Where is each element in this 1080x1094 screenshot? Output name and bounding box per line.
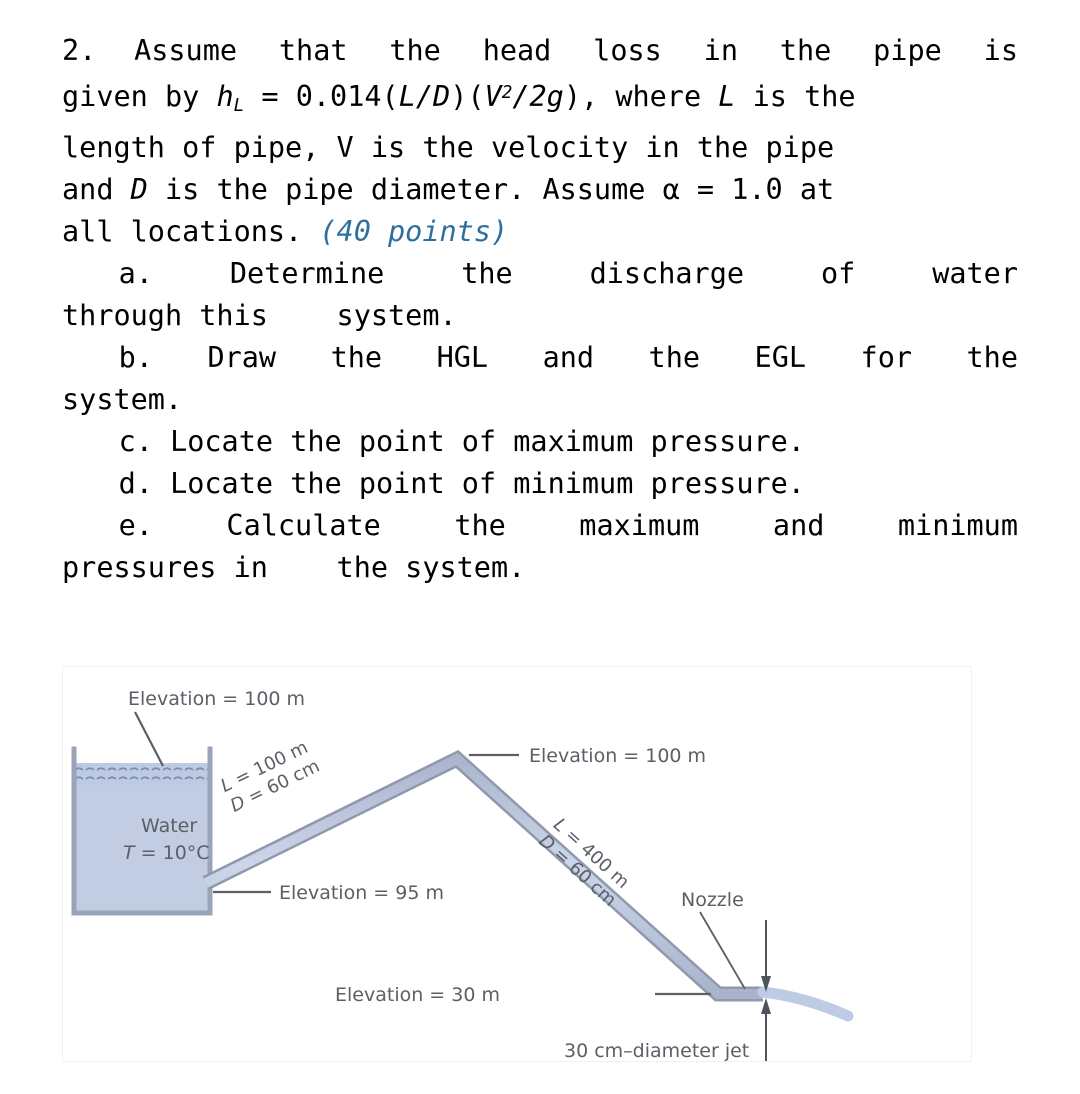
item-c-text: c. Locate the point of maximum pressure.	[118, 425, 805, 459]
label-elevation-apex: Elevation = 100 m	[529, 745, 706, 767]
formula-close-open: )(	[450, 79, 485, 113]
label-elevation-95: Elevation = 95 m	[279, 882, 444, 904]
problem-line-2: given by hL = 0.014(L/D)(V2/2g), where L…	[62, 79, 856, 117]
water-jet	[757, 986, 854, 1022]
item-a-line-2: through this system.	[62, 299, 457, 333]
formula-h-subscript: L	[233, 96, 245, 117]
formula-over-2: /2	[512, 79, 547, 113]
item-d-line-1: d. Locate the point of minimum pressure.	[62, 463, 1018, 505]
tank-water-surface-hatch	[76, 763, 208, 785]
pipe1-label-group: L = 100 m D = 60 cm	[217, 737, 323, 817]
formula-L: L	[398, 79, 416, 113]
item-e-line-1: e. Calculate the maximum and minimum	[62, 505, 1018, 547]
leader-elev-tank	[134, 711, 164, 767]
formula-V-exponent: 2	[501, 83, 513, 103]
formula-equals: = 0.014(	[244, 79, 399, 113]
formula-h: h	[216, 79, 234, 113]
pipe-system-figure: Elevation = 100 m Elevation = 100 m Elev…	[62, 666, 972, 1062]
pipe-fill	[203, 753, 763, 999]
problem-number: 2.	[62, 34, 97, 67]
label-tank-temp-value: = 10°C	[135, 842, 210, 864]
jet-stream	[757, 986, 854, 1022]
pipe-system-svg: Elevation = 100 m Elevation = 100 m Elev…	[71, 688, 854, 1061]
formula-close: ),	[563, 79, 599, 113]
points-badge: (40 points)	[319, 215, 509, 249]
item-b-line-1: b. Draw the HGL and the EGL for the	[62, 337, 1018, 379]
item-e-line-2: pressures in the system.	[62, 551, 526, 585]
item-b-text: b. Draw the HGL and the EGL for the	[118, 341, 1018, 375]
line4-suffix: is the pipe diameter. Assume α = 1.0 at	[147, 173, 835, 207]
label-jet-diameter: 30 cm–diameter jet	[564, 1040, 749, 1061]
item-d-text: d. Locate the point of minimum pressure.	[118, 467, 805, 501]
problem-line-4: and D is the pipe diameter. Assume α = 1…	[62, 169, 1018, 211]
label-nozzle: Nozzle	[681, 889, 744, 911]
seg-L: L	[718, 79, 736, 113]
item-a-line-1: a. Determine the discharge of water	[62, 253, 1018, 295]
problem-line-1: 2. Assume that the head loss in the pipe …	[62, 34, 1018, 67]
item-a-text: a. Determine the discharge of water	[118, 257, 1018, 291]
line4-prefix: and	[62, 173, 131, 207]
formula-g: g	[546, 79, 564, 113]
label-elevation-tank: Elevation = 100 m	[128, 688, 305, 710]
pipe-assembly	[202, 750, 763, 1002]
item-c-line-1: c. Locate the point of maximum pressure.	[62, 421, 1018, 463]
problem-line-3: length of pipe, V is the velocity in the…	[62, 131, 835, 165]
label-elevation-30: Elevation = 30 m	[335, 984, 500, 1006]
formula-slash: /	[415, 79, 434, 113]
problem-line-5: all locations. (40 points)	[62, 211, 1018, 253]
label-tank-temperature: T = 10°C	[123, 842, 210, 864]
line4-D: D	[130, 173, 148, 207]
formula-D: D	[433, 79, 451, 113]
item-e-text: e. Calculate the maximum and minimum	[118, 509, 1018, 543]
tank-water-body	[76, 763, 208, 911]
seg-is-the: is the	[735, 79, 856, 113]
line5-prefix: all locations.	[62, 215, 320, 249]
seg-where: where	[598, 79, 719, 113]
formula-V: V	[484, 79, 502, 113]
item-b-line-2: system.	[62, 383, 183, 417]
label-tank-fluid: Water	[141, 815, 197, 837]
problem-statement: 2. Assume that the head loss in the pipe …	[62, 30, 1018, 589]
